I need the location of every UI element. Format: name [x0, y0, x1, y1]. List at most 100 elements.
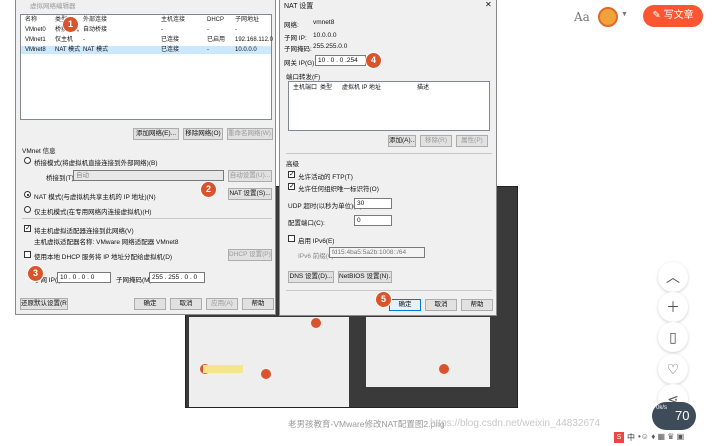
write-article-button[interactable]: ✎ 写文章	[643, 5, 703, 27]
bg-badge	[261, 369, 271, 379]
step-badge-5: 5	[376, 292, 391, 307]
allow-uuid-label: 允许任何组织唯一标识符(O)	[298, 186, 379, 193]
speed-widget: 0k/s 70	[652, 402, 696, 430]
allow-uuid-checkbox[interactable]: ✓	[288, 183, 295, 190]
restore-defaults-button[interactable]: 还原默认设置(R)	[20, 298, 68, 310]
image-caption: 老男孩教育-VMware修改NAT配置图2.png	[288, 419, 445, 429]
col-ext: 外部连接	[83, 17, 108, 23]
ime-icons: •☺ ♦ ▦ ♛ ▣	[638, 432, 685, 441]
bg-highlight	[203, 365, 243, 373]
ok-button[interactable]: 确定	[134, 298, 166, 310]
remove-network-button[interactable]: 移除网络(O)	[183, 128, 223, 140]
vmnet-info-heading: VMnet 信息	[22, 148, 56, 155]
allow-ftp-label: 允许活动的 FTP(T)	[298, 174, 353, 181]
help-button[interactable]: 帮助	[242, 298, 274, 310]
cancel-button[interactable]: 取消	[170, 298, 202, 310]
host-only-radio[interactable]	[24, 206, 31, 213]
divider	[22, 218, 272, 219]
close-icon[interactable]: ✕	[485, 0, 492, 9]
ipv6-prefix-field[interactable]: fd15:4ba5:5a2b:1008::/64	[329, 247, 425, 258]
allow-ftp-checkbox[interactable]: ✓	[288, 171, 295, 178]
bg-badge	[311, 318, 321, 328]
subnet-mask-field[interactable]: 255 . 255 . 0 . 0	[149, 272, 205, 283]
auto-settings-button[interactable]: 自动设置(U)...	[228, 170, 272, 182]
rename-network-button[interactable]: 重命名网络(W)...	[227, 128, 273, 140]
col-dhcp: DHCP	[207, 17, 225, 23]
connect-adapter-checkbox[interactable]: ✓	[24, 225, 31, 232]
col-host: 主机连接	[161, 17, 186, 23]
table-header: 名称 类型 外部连接 主机连接 DHCP 子网地址	[21, 16, 271, 24]
enable-ipv6-checkbox[interactable]	[288, 235, 295, 242]
dhcp-settings-button[interactable]: DHCP 设置(P)...	[228, 249, 272, 261]
bookmark-icon[interactable]: ▯	[658, 322, 688, 352]
port-forward-table: 主机端口 类型 虚拟机 IP 地址 描述	[288, 81, 490, 131]
pf-add-button[interactable]: 添加(A)...	[388, 135, 416, 147]
subnet-mask-value: 255.255.0.0	[313, 43, 348, 50]
subnet-mask-label: 子网掩码(M):	[116, 277, 154, 284]
netbios-settings-button[interactable]: NetBIOS 设置(N)...	[338, 271, 392, 283]
subnet-mask-label: 子网掩码:	[284, 46, 312, 53]
step-badge-3: 3	[28, 266, 43, 281]
bridge-mode-radio[interactable]	[24, 157, 31, 164]
nat-settings-window: NAT 设置 ✕ 网络: vmnet8 子网 IP: 10.0.0.0 子网掩码…	[279, 0, 497, 316]
host-only-label: 仅主机模式(在专用网络内连接虚拟机)(H)	[34, 209, 152, 216]
bg-badge	[439, 364, 449, 374]
nat-cancel-button[interactable]: 取消	[425, 299, 457, 311]
network-value: vmnet8	[313, 19, 335, 26]
step-badge-1: 1	[63, 17, 78, 32]
port-forward-label: 端口转发(F)	[286, 74, 321, 81]
watermark: https://blog.csdn.net/weixin_44832674	[430, 418, 601, 429]
subnet-ip-field[interactable]: 10 . 0 . 0 . 0	[57, 272, 111, 283]
nat-mode-radio[interactable]	[24, 191, 31, 198]
ime-toolbar[interactable]: S 中 •☺ ♦ ▦ ♛ ▣	[612, 432, 710, 444]
bridge-mode-label: 桥接模式(将虚拟机直接连接到外部网络)(B)	[34, 160, 158, 167]
bg-window-right	[366, 317, 490, 387]
nat-title: NAT 设置	[284, 3, 314, 10]
udp-timeout-field[interactable]: 30	[354, 198, 392, 209]
speed-unit: 0k/s	[656, 405, 668, 411]
virtual-network-editor-window: 虚拟网络编辑器 名称 类型 外部连接 主机连接 DHCP 子网地址 VMnet0…	[15, 0, 276, 315]
table-row[interactable]: VMnet1 仅主机 - 已连接 已启用 192.168.112.0	[21, 36, 273, 44]
config-port-label: 配置端口(C):	[288, 220, 325, 227]
apply-button[interactable]: 应用(A)	[206, 298, 238, 310]
font-size-icon[interactable]: Aa	[574, 10, 590, 24]
nat-mode-label: NAT 模式(与虚拟机共享主机的 IP 地址)(N)	[34, 194, 156, 201]
up-icon[interactable]: ︿	[658, 262, 688, 292]
use-dhcp-checkbox[interactable]	[24, 251, 31, 258]
pf-properties-button[interactable]: 属性(P)	[456, 135, 488, 147]
udp-timeout-label: UDP 超时(以秒为单位)(U):	[288, 203, 365, 210]
nat-help-button[interactable]: 帮助	[461, 299, 493, 311]
step-badge-4: 4	[366, 53, 381, 68]
heart-icon[interactable]: ♡	[658, 354, 688, 384]
col-name: 名称	[25, 17, 38, 23]
divider	[286, 290, 492, 291]
vne-title: 虚拟网络编辑器	[30, 3, 76, 10]
nat-ok-button[interactable]: 确定	[389, 299, 421, 311]
avatar[interactable]	[598, 7, 618, 27]
ime-logo-icon: S	[614, 432, 624, 443]
dns-settings-button[interactable]: DNS 设置(D)...	[288, 271, 334, 283]
chevron-down-icon[interactable]: ▼	[621, 11, 628, 18]
step-badge-2: 2	[201, 182, 216, 197]
ime-mode: 中	[627, 433, 635, 442]
connect-adapter-label: 将主机虚拟适配器连接到此网络(V)	[34, 228, 134, 235]
advanced-heading: 高级	[286, 161, 299, 168]
network-label: 网络:	[284, 22, 299, 29]
subnet-ip-label: 子网 IP:	[284, 35, 307, 42]
bg-window-left	[189, 317, 349, 407]
col-subnet: 子网地址	[235, 17, 260, 23]
pen-icon: ✎	[652, 10, 664, 21]
table-row-selected[interactable]: VMnet8 NAT 模式 NAT 模式 已连接 - 10.0.0.0	[21, 46, 271, 54]
bridged-to-select[interactable]: 自动	[73, 170, 224, 181]
use-dhcp-label: 使用本地 DHCP 服务将 IP 地址分配给虚拟机(D)	[34, 254, 173, 261]
table-row[interactable]: VMnet0 桥接模式 自动桥接 - - -	[21, 26, 271, 34]
plus-icon[interactable]: ＋	[658, 292, 688, 322]
divider	[286, 153, 492, 154]
nat-settings-button[interactable]: NAT 设置(S)...	[228, 188, 272, 200]
subnet-ip-value: 10.0.0.0	[313, 32, 337, 39]
add-network-button[interactable]: 添加网络(E)...	[133, 128, 179, 140]
bridged-to-label: 桥接到(T):	[46, 175, 76, 182]
config-port-field[interactable]: 0	[354, 215, 392, 226]
gateway-field[interactable]: 10 . 0 . 0 .254	[315, 55, 366, 66]
pf-remove-button[interactable]: 移除(R)	[420, 135, 452, 147]
